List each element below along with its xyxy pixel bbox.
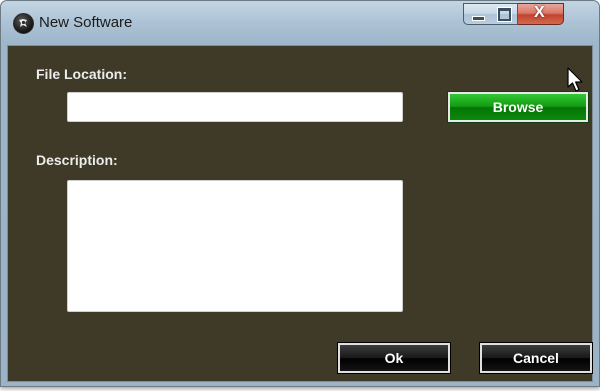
app-logo-icon (13, 13, 34, 34)
minimize-icon (472, 16, 485, 21)
close-button[interactable]: X (518, 3, 564, 25)
maximize-button[interactable] (491, 3, 518, 25)
dialog-window: New Software X File Location: Browse Des… (0, 0, 600, 387)
mouse-pointer-icon (567, 67, 583, 92)
close-icon: X (534, 4, 545, 21)
browse-button[interactable]: Browse (448, 92, 588, 122)
window-title: New Software (39, 14, 133, 31)
description-label: Description: (36, 152, 118, 168)
maximize-icon (498, 8, 511, 21)
file-location-input[interactable] (67, 92, 403, 122)
title-bar[interactable]: New Software X (1, 1, 599, 45)
file-location-label: File Location: (36, 66, 127, 82)
description-textarea[interactable] (67, 180, 403, 312)
cancel-button[interactable]: Cancel (480, 343, 592, 373)
dialog-body: File Location: Browse Description: Ok Ca… (7, 45, 593, 382)
ok-button[interactable]: Ok (338, 343, 450, 373)
minimize-button[interactable] (463, 3, 492, 25)
